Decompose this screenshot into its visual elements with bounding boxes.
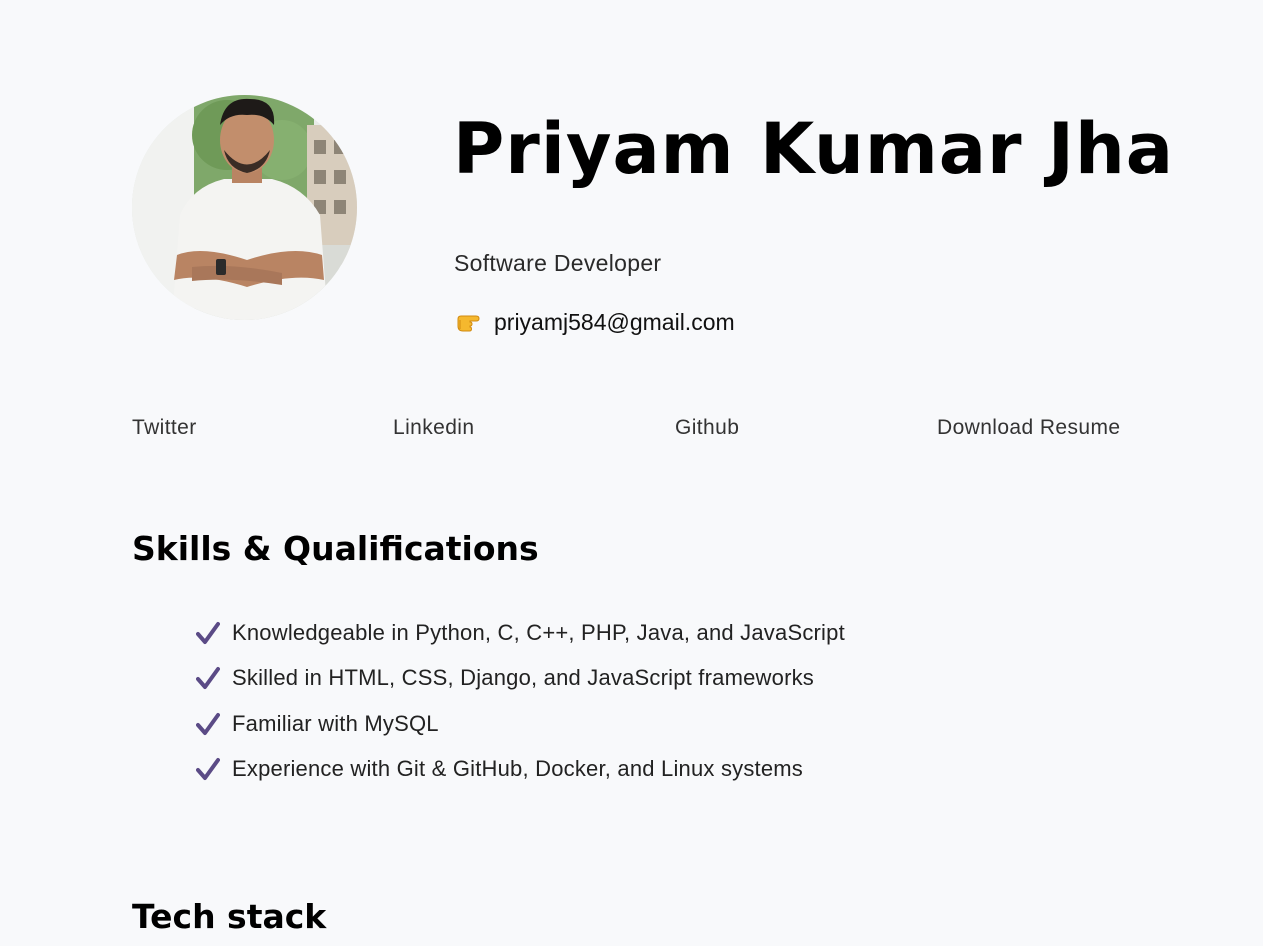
profile-role: Software Developer: [454, 250, 662, 276]
github-link[interactable]: Github: [675, 414, 739, 442]
pointing-hand-icon: [457, 315, 480, 332]
checkmark-icon: [196, 712, 220, 735]
skill-text: Knowledgeable in Python, C, C++, PHP, Ja…: [232, 619, 845, 645]
checkmark-icon: [196, 621, 220, 644]
profile-photo-image: [132, 95, 357, 320]
skill-item: Skilled in HTML, CSS, Django, and JavaSc…: [196, 656, 845, 702]
skills-section-title: Skills & Qualifications: [132, 529, 539, 568]
skill-text: Experience with Git & GitHub, Docker, an…: [232, 756, 804, 782]
skill-item: Knowledgeable in Python, C, C++, PHP, Ja…: [196, 610, 845, 656]
skill-item: Experience with Git & GitHub, Docker, an…: [196, 747, 845, 793]
download-resume-link[interactable]: Download Resume: [937, 414, 1120, 442]
skill-item: Familiar with MySQL: [196, 701, 845, 747]
skill-text: Skilled in HTML, CSS, Django, and JavaSc…: [232, 665, 814, 691]
skills-list: Knowledgeable in Python, C, C++, PHP, Ja…: [196, 610, 845, 792]
checkmark-icon: [196, 758, 220, 781]
profile-name: Priyam Kumar Jha: [453, 108, 1175, 190]
skill-text: Familiar with MySQL: [232, 710, 439, 736]
linkedin-link[interactable]: Linkedin: [393, 414, 474, 442]
checkmark-icon: [196, 667, 220, 690]
profile-photo: [132, 95, 357, 320]
twitter-link[interactable]: Twitter: [132, 414, 197, 442]
portfolio-page: Priyam Kumar Jha Software Developer priy…: [0, 0, 1263, 946]
tech-stack-section-title: Tech stack: [132, 897, 327, 936]
email-row: priyamj584@gmail.com: [454, 307, 735, 337]
email-text[interactable]: priyamj584@gmail.com: [494, 307, 735, 337]
